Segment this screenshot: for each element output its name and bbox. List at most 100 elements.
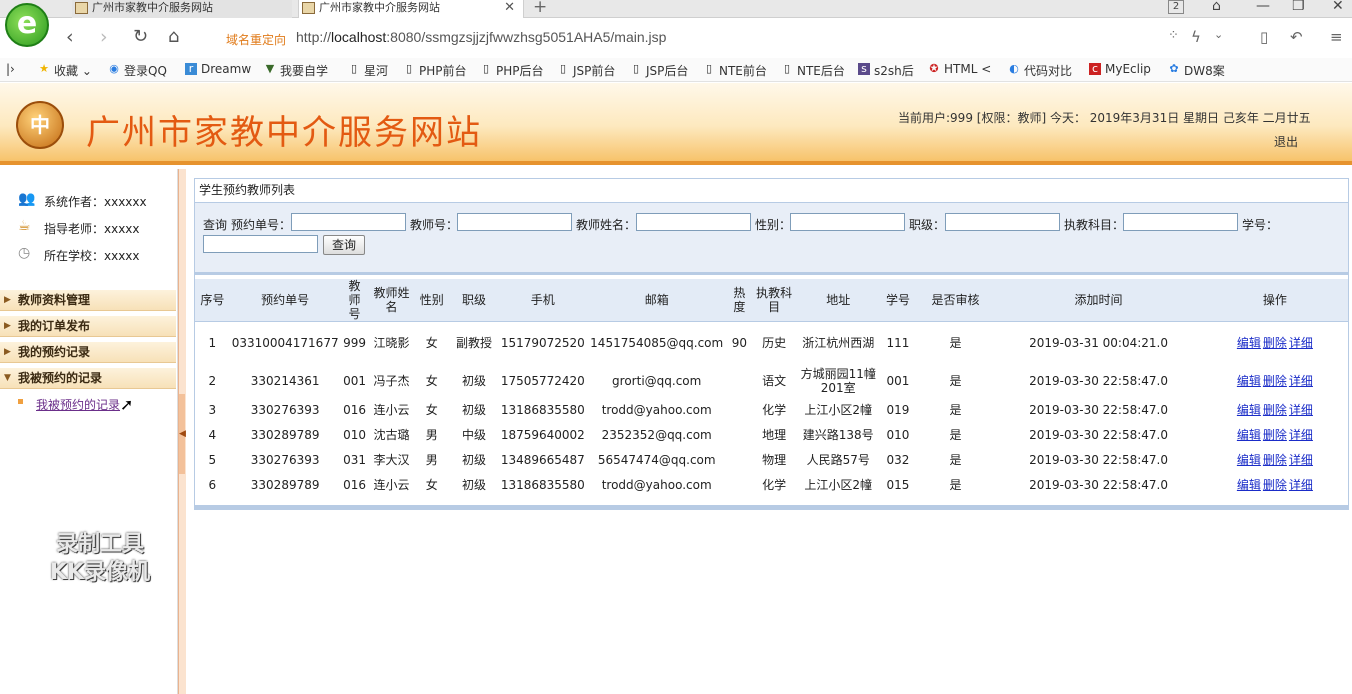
edit-link[interactable]: 编辑 <box>1237 374 1261 388</box>
col-header: 是否审核 <box>915 279 996 322</box>
cell-time: 2019-03-30 22:58:47.0 <box>1029 453 1168 467</box>
edit-link[interactable]: 编辑 <box>1237 453 1261 467</box>
cell-tname: 连小云 <box>373 478 410 492</box>
bookmark-item[interactable]: ✪ HTML < <box>928 62 991 76</box>
cell-email: grorti@qq.com <box>612 373 702 388</box>
edit-link[interactable]: 编辑 <box>1237 336 1261 350</box>
bookmark-item[interactable]: ▯ NTE后台 <box>781 62 845 79</box>
bookmark-item[interactable]: r Dreamw <box>185 62 251 76</box>
new-tab-icon[interactable]: + <box>533 0 547 17</box>
minimize-icon[interactable]: — <box>1256 0 1270 14</box>
delete-link[interactable]: 删除 <box>1263 453 1287 467</box>
cell-sex: 女 <box>425 403 438 417</box>
cell-level: 副教授 <box>455 335 492 350</box>
delete-link[interactable]: 删除 <box>1263 336 1287 350</box>
user-info: 当前用户:999 [权限：教师] 今天： 2019年3月31日 星期日 己亥年 … <box>898 111 1311 125</box>
menu-booked-records[interactable]: ▼ 我被预约的记录 <box>0 367 176 389</box>
cell-addr: 方城丽园11幢201室 <box>800 366 876 395</box>
url-field[interactable]: http://localhost:8080/ssmgzsjjzjfwwzhsg5… <box>296 29 666 45</box>
menu-my-bookings[interactable]: ▶ 我的预约记录 <box>0 341 176 363</box>
bookmark-item[interactable]: ▯ PHP后台 <box>480 62 544 79</box>
site-title: 广州市家教中介服务网站 <box>86 113 482 153</box>
page-favicon-icon <box>302 2 315 14</box>
student-id-input[interactable] <box>203 235 318 253</box>
cell-phone: 13186835580 <box>500 403 585 417</box>
delete-link[interactable]: 删除 <box>1263 478 1287 492</box>
cell-audit: 是 <box>949 453 962 467</box>
detail-link[interactable]: 详细 <box>1289 453 1313 467</box>
close-window-icon[interactable]: ✕ <box>1332 0 1344 14</box>
tab-count-badge[interactable]: 2 <box>1168 0 1184 14</box>
forward-icon[interactable]: › <box>100 26 108 48</box>
table-row: 5 330276393 031 李大汉 男 初级 13489665487 56547474@q… <box>195 448 1348 473</box>
chevron-down-icon[interactable]: ⌄ <box>1214 28 1223 41</box>
cell-phone: 18759640002 <box>500 428 585 442</box>
edit-link[interactable]: 编辑 <box>1237 428 1261 442</box>
teacher-name-input[interactable] <box>636 213 751 231</box>
lightning-icon[interactable]: ϟ <box>1191 28 1201 46</box>
cell-heat: 90 <box>731 335 748 350</box>
bookmark-page-icon[interactable]: ▯ <box>1260 28 1268 46</box>
bookmark-item[interactable]: ◉ 登录QQ <box>108 62 167 79</box>
cell-order: 330289789 <box>250 428 320 442</box>
bookmark-item[interactable]: ★ 收藏 ⌄ <box>38 62 92 79</box>
cell-email: trodd@yahoo.com <box>601 478 712 492</box>
browser-tab-1[interactable]: 广州市家教中介服务网站 <box>72 0 292 18</box>
home-icon[interactable]: ⌂ <box>168 26 179 47</box>
bookmark-item[interactable]: ▯ JSP前台 <box>557 62 615 79</box>
bookmark-item[interactable]: ▯ JSP后台 <box>630 62 688 79</box>
bookmark-item[interactable]: ▯ 星河 <box>348 62 388 79</box>
cell-level: 初级 <box>461 373 486 388</box>
menu-teacher-profile[interactable]: ▶ 教师资料管理 <box>0 289 176 311</box>
browser-logo-icon[interactable]: e <box>5 3 49 47</box>
delete-link[interactable]: 删除 <box>1263 428 1287 442</box>
bookmark-item[interactable]: ▼ 我要自学 <box>264 62 328 79</box>
edit-link[interactable]: 编辑 <box>1237 478 1261 492</box>
detail-link[interactable]: 详细 <box>1289 403 1313 417</box>
browser-tab-2[interactable]: 广州市家教中介服务网站 ✕ <box>298 0 524 18</box>
order-no-input[interactable] <box>291 213 406 231</box>
detail-link[interactable]: 详细 <box>1289 336 1313 350</box>
table-body: 1 03310004171677 999 江晓影女 副教授 15179072520 1451… <box>195 322 1348 498</box>
bookmark-item[interactable]: s s2sh后 <box>858 62 914 79</box>
cell-actions: 编辑 删除 详细 <box>1202 423 1348 448</box>
bookmarks-toggle-icon[interactable]: |› <box>6 62 15 76</box>
detail-link[interactable]: 详细 <box>1289 478 1313 492</box>
undo-icon[interactable]: ↶ <box>1290 28 1303 46</box>
bookmark-item[interactable]: ▯ NTE前台 <box>703 62 767 79</box>
collapse-arrow-icon[interactable]: ◀ <box>179 394 186 474</box>
search-button[interactable]: 查询 <box>323 235 365 255</box>
delete-link[interactable]: 删除 <box>1263 374 1287 388</box>
level-input[interactable] <box>945 213 1060 231</box>
sidebar-splitter[interactable]: ◀ <box>178 169 186 694</box>
logout-link[interactable]: 退出 <box>1274 133 1298 150</box>
bookmark-item[interactable]: c MyEclip <box>1089 62 1151 76</box>
bookmark-item[interactable]: ✿ DW8案 <box>1168 62 1224 79</box>
grid-icon[interactable]: ⁘ <box>1168 28 1179 43</box>
bookmark-item[interactable]: ▯ PHP前台 <box>403 62 467 79</box>
menu-my-orders[interactable]: ▶ 我的订单发布 <box>0 315 176 337</box>
restore-icon[interactable]: ❐ <box>1292 0 1305 14</box>
close-tab-icon[interactable]: ✕ <box>504 0 515 16</box>
detail-link[interactable]: 详细 <box>1289 374 1313 388</box>
cell-no: 4 <box>208 428 217 442</box>
advisor-info: ☕ 指导老师：xxxxx <box>18 218 140 236</box>
cell-time: 2019-03-30 22:58:47.0 <box>1029 428 1168 442</box>
teacher-id-input[interactable] <box>457 213 572 231</box>
menu-icon[interactable]: ≡ <box>1330 28 1343 46</box>
subject-input[interactable] <box>1123 213 1238 231</box>
col-header: 热度 <box>726 279 753 322</box>
sex-input[interactable] <box>790 213 905 231</box>
col-header: 教师号 <box>340 279 369 322</box>
delete-link[interactable]: 删除 <box>1263 403 1287 417</box>
submenu-booked-records[interactable]: 我被预约的记录 <box>36 396 120 413</box>
table-header-row: 序号 预约单号 教师号 教师姓名 性别 职级 手机 邮箱 热度 执教科目 地址 … <box>195 279 1348 322</box>
edit-link[interactable]: 编辑 <box>1237 403 1261 417</box>
teacher-name-label: 教师姓名： <box>576 218 637 232</box>
bookmark-item[interactable]: ◐ 代码对比 <box>1008 62 1072 79</box>
detail-link[interactable]: 详细 <box>1289 428 1313 442</box>
back-icon[interactable]: ‹ <box>66 26 74 48</box>
shirt-skin-icon[interactable]: ⌂ <box>1212 0 1221 14</box>
refresh-icon[interactable]: ↻ <box>133 26 148 47</box>
bullet-icon <box>18 399 23 404</box>
